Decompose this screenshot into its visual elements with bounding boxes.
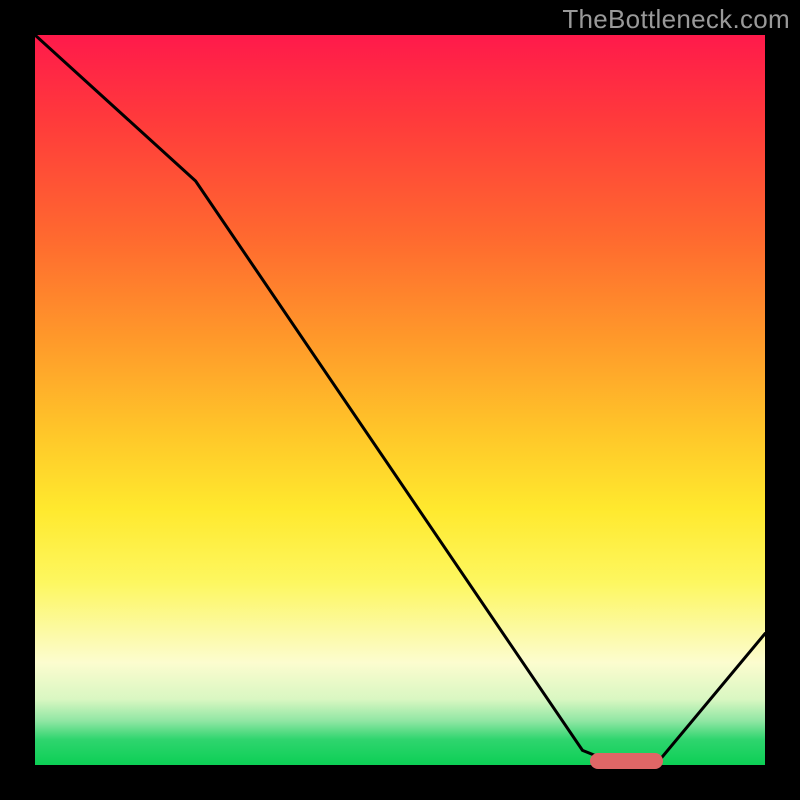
chart-gradient-area (35, 35, 765, 765)
watermark-text: TheBottleneck.com (562, 4, 790, 35)
optimal-range-marker (590, 753, 663, 769)
